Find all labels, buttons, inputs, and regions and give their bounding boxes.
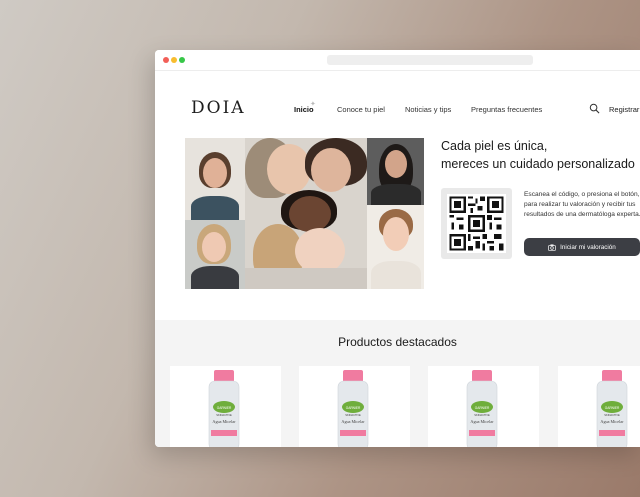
qr-code-card[interactable] <box>441 188 512 259</box>
start-assessment-label: Iniciar mi valoración <box>560 243 616 251</box>
featured-products-heading: Productos destacados <box>338 335 457 349</box>
portrait-photo <box>185 138 245 220</box>
site-header: DOIA Inicio ✦ Conoce tu piel Noticias y … <box>155 70 640 130</box>
product-line-label: SKINACTIVE <box>604 413 620 417</box>
hero-title-line-2: mereces un cuidado personalizado <box>441 157 635 171</box>
product-line-label: SKINACTIVE <box>345 413 361 417</box>
product-brand-label: GARNIER <box>475 406 490 410</box>
product-card[interactable]: GARNIER SKINACTIVE Agua Micelar <box>170 366 281 447</box>
nav-link-conoce-tu-piel[interactable]: Conoce tu piel <box>337 105 385 114</box>
register-link[interactable]: Registrar <box>609 105 639 114</box>
product-line-label: SKINACTIVE <box>474 413 490 417</box>
qr-code-icon[interactable] <box>447 194 506 253</box>
faces-collage-image <box>185 138 424 289</box>
hero-heading: Cada piel es única, mereces un cuidado p… <box>441 137 635 173</box>
portrait-photo <box>185 220 245 289</box>
search-icon[interactable] <box>589 103 600 114</box>
nav-link-preguntas-frecuentes[interactable]: Preguntas frecuentes <box>471 105 542 114</box>
address-bar[interactable] <box>327 55 533 65</box>
product-name-label: Agua Micelar <box>470 419 494 424</box>
product-card[interactable]: GARNIER SKINACTIVE Agua Micelar <box>299 366 410 447</box>
product-brand-label: GARNIER <box>346 406 361 410</box>
start-assessment-button[interactable]: Iniciar mi valoración <box>524 238 640 256</box>
product-brand-label: GARNIER <box>217 406 232 410</box>
product-name-label: Agua Micelar <box>600 419 624 424</box>
portrait-photo <box>367 138 424 205</box>
nav-link-noticias-y-tips[interactable]: Noticias y tips <box>405 105 451 114</box>
maximize-window-dot[interactable] <box>179 57 185 63</box>
micellar-water-bottle-image: GARNIER SKINACTIVE Agua Micelar <box>337 370 369 447</box>
sparkle-icon: ✦ <box>310 100 316 108</box>
minimize-window-dot[interactable] <box>171 57 177 63</box>
hero-title-line-1: Cada piel es única, <box>441 139 548 153</box>
product-name-label: Agua Micelar <box>341 419 365 424</box>
group-photo <box>245 138 367 289</box>
browser-titlebar <box>155 50 640 71</box>
product-card[interactable]: GARNIER SKINACTIVE Agua Micelar <box>558 366 640 447</box>
featured-products-section: Productos destacados GARNIER SKINACTIVE … <box>155 320 640 447</box>
micellar-water-bottle-image: GARNIER SKINACTIVE Agua Micelar <box>596 370 628 447</box>
qr-instructions-text: Escanea el código, o presiona el botón, … <box>524 191 640 218</box>
brand-logo[interactable]: DOIA <box>191 98 246 118</box>
product-name-label: Agua Micelar <box>212 419 236 424</box>
product-line-label: SKINACTIVE <box>216 413 232 417</box>
micellar-water-bottle-image: GARNIER SKINACTIVE Agua Micelar <box>466 370 498 447</box>
camera-icon <box>548 243 557 251</box>
product-brand-label: GARNIER <box>605 406 620 410</box>
browser-window: DOIA Inicio ✦ Conoce tu piel Noticias y … <box>155 50 640 447</box>
micellar-water-bottle-image: GARNIER SKINACTIVE Agua Micelar <box>208 370 240 447</box>
portrait-photo <box>367 205 424 289</box>
product-card[interactable]: GARNIER SKINACTIVE Agua Micelar <box>428 366 539 447</box>
close-window-dot[interactable] <box>163 57 169 63</box>
hero-section: Cada piel es única, mereces un cuidado p… <box>155 130 640 320</box>
